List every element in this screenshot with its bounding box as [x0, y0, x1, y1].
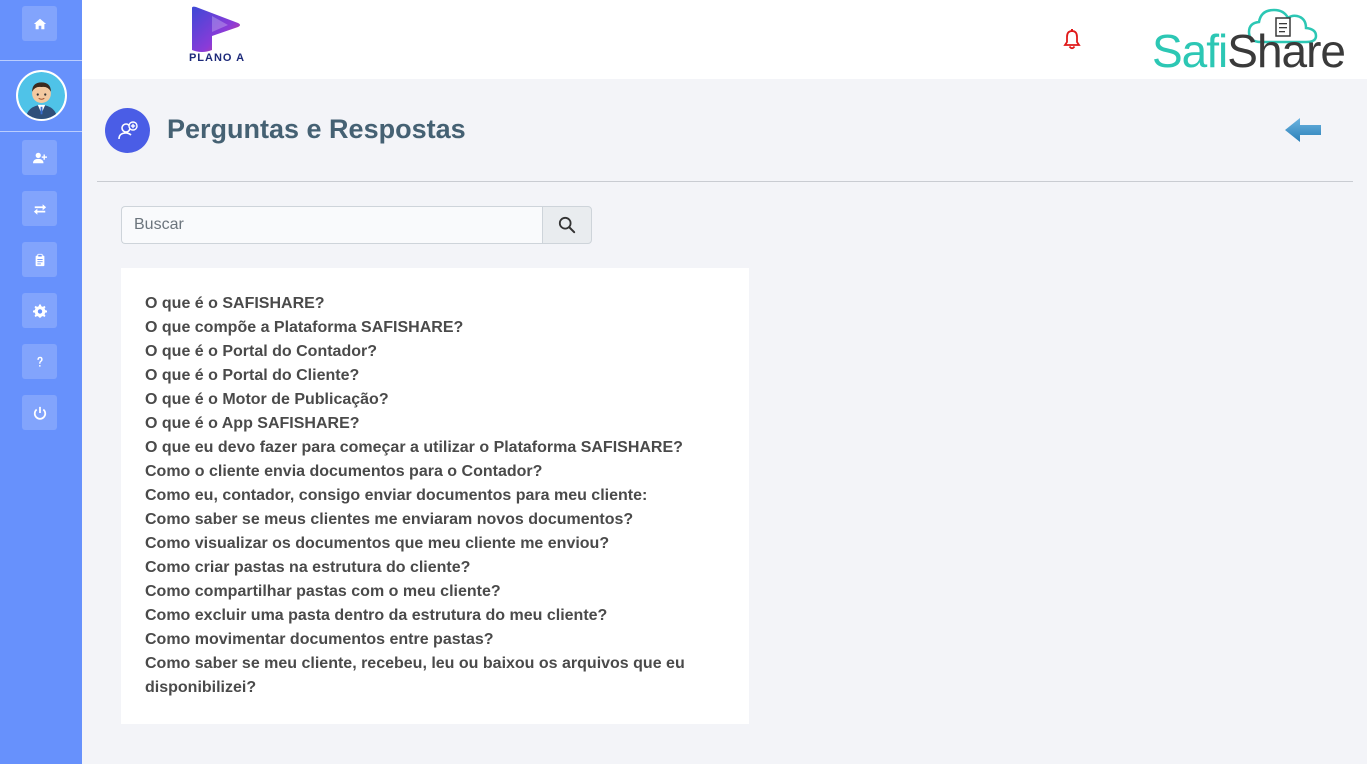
sidebar-item-add-user[interactable]	[22, 140, 57, 175]
sidebar-item-settings[interactable]	[22, 293, 57, 328]
search-icon	[558, 216, 576, 234]
top-header: PLANO A SafiShare	[82, 0, 1367, 79]
question-icon	[36, 356, 43, 367]
faq-list: O que é o SAFISHARE? O que compõe a Plat…	[145, 292, 725, 700]
gear-icon	[32, 303, 47, 318]
sidebar-divider	[0, 131, 82, 132]
sidebar	[0, 0, 82, 764]
transfer-icon	[33, 203, 46, 215]
faq-item[interactable]: Como o cliente envia documentos para o C…	[145, 460, 725, 484]
add-user-icon	[32, 152, 47, 163]
faq-item[interactable]: O que compõe a Plataforma SAFISHARE?	[145, 316, 725, 340]
title-divider	[97, 181, 1353, 182]
safishare-wordmark: SafiShare	[1152, 25, 1346, 77]
faq-item[interactable]: Como compartilhar pastas com o meu clien…	[145, 580, 725, 604]
search-input[interactable]	[121, 206, 543, 244]
plano-a-logo-icon	[192, 6, 240, 52]
sidebar-divider	[0, 60, 82, 61]
safishare-wordmark-safi: Safi	[1152, 25, 1228, 77]
faq-item[interactable]: O que é o App SAFISHARE?	[145, 412, 725, 436]
safishare-logo[interactable]: SafiShare	[1152, 4, 1346, 76]
user-avatar-icon	[18, 72, 65, 119]
search-button[interactable]	[542, 206, 592, 244]
avatar[interactable]	[16, 70, 67, 121]
user-plus-circle-icon	[117, 120, 138, 139]
safishare-wordmark-share: Share	[1227, 25, 1346, 77]
clipboard-icon	[35, 253, 44, 266]
faq-item[interactable]: O que é o Portal do Contador?	[145, 340, 725, 364]
faq-item[interactable]: O que eu devo fazer para começar a utili…	[145, 436, 725, 460]
arrow-left-icon	[1285, 118, 1321, 142]
faq-item[interactable]: Como criar pastas na estrutura do client…	[145, 556, 725, 580]
faq-item[interactable]: O que é o SAFISHARE?	[145, 292, 725, 316]
back-button[interactable]	[1283, 115, 1323, 145]
sidebar-item-clipboard[interactable]	[22, 242, 57, 277]
faq-item[interactable]: Como movimentar documentos entre pastas?	[145, 628, 725, 652]
faq-item[interactable]: Como eu, contador, consigo enviar docume…	[145, 484, 725, 508]
notification-button[interactable]	[1062, 29, 1082, 51]
home-icon	[33, 18, 46, 29]
plano-a-logo[interactable]: PLANO A	[182, 6, 252, 66]
faq-item[interactable]: Como saber se meu cliente, recebeu, leu …	[145, 652, 725, 700]
faq-item[interactable]: O que é o Motor de Publicação?	[145, 388, 725, 412]
home-button[interactable]	[22, 6, 57, 41]
page-title-icon	[105, 108, 150, 153]
sidebar-item-transfer[interactable]	[22, 191, 57, 226]
faq-item[interactable]: Como saber se meus clientes me enviaram …	[145, 508, 725, 532]
sidebar-item-help[interactable]	[22, 344, 57, 379]
power-icon	[33, 406, 46, 420]
faq-item[interactable]: O que é o Portal do Cliente?	[145, 364, 725, 388]
search-bar	[121, 206, 592, 244]
faq-panel: O que é o SAFISHARE? O que compõe a Plat…	[121, 268, 749, 724]
bell-icon	[1063, 29, 1081, 50]
sidebar-item-logout[interactable]	[22, 395, 57, 430]
plano-a-label: PLANO A	[188, 52, 246, 64]
faq-item[interactable]: Como visualizar os documentos que meu cl…	[145, 532, 725, 556]
page-title: Perguntas e Respostas	[167, 114, 466, 144]
faq-item[interactable]: Como excluir uma pasta dentro da estrutu…	[145, 604, 725, 628]
